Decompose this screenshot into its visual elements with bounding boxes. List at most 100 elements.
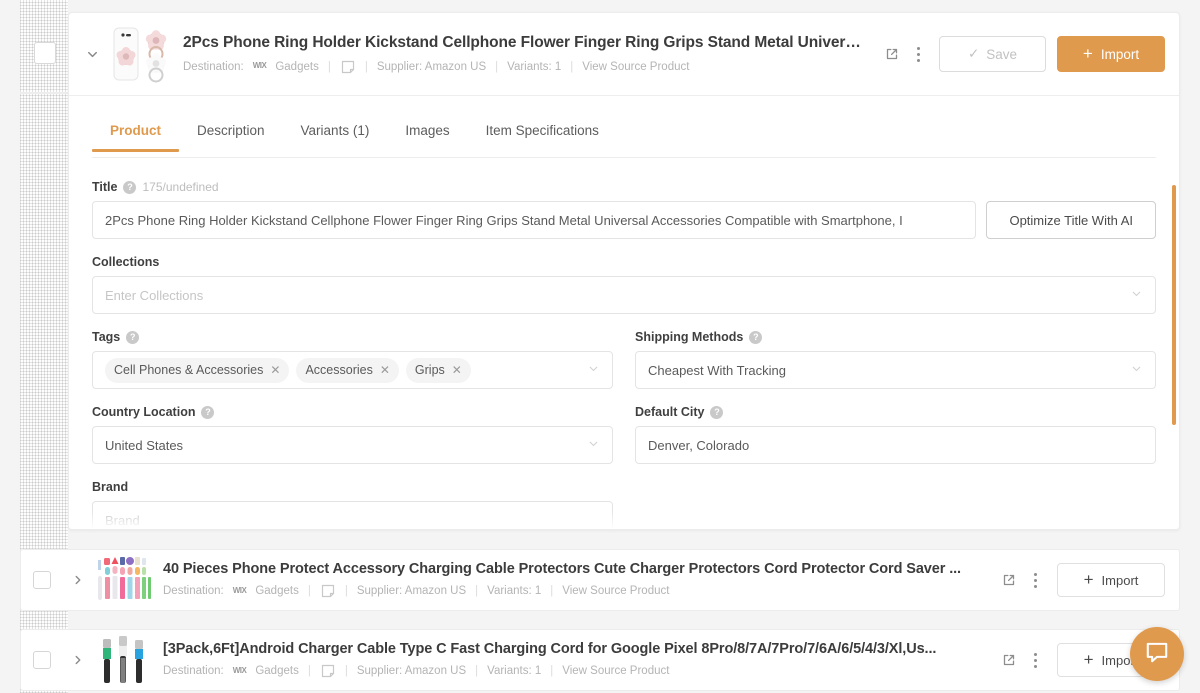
collections-field: Collections Enter Collections	[92, 255, 1156, 314]
brand-input[interactable]: Brand	[92, 501, 613, 530]
more-options-icon[interactable]	[1024, 645, 1046, 675]
shipping-methods-select[interactable]: Cheapest With Tracking	[635, 351, 1156, 389]
external-link-icon[interactable]	[994, 565, 1024, 595]
title-input[interactable]: 2Pcs Phone Ring Holder Kickstand Cellpho…	[92, 201, 976, 239]
tab-item-specifications[interactable]: Item Specifications	[468, 113, 617, 151]
note-icon[interactable]	[320, 663, 336, 679]
country-location-select[interactable]: United States	[92, 426, 613, 464]
select-all-checkbox[interactable]	[34, 42, 56, 64]
meta-divider: |	[475, 665, 478, 677]
product-meta: Destination: WIX Gadgets | | Supplier: A…	[183, 59, 867, 75]
close-icon[interactable]: ✕	[452, 363, 462, 377]
import-button[interactable]: + Import	[1057, 563, 1165, 597]
default-city-label-group: Default City ?	[635, 405, 1156, 419]
destination-store: Gadgets	[255, 585, 298, 597]
note-icon[interactable]	[320, 583, 336, 599]
product-row-text: 40 Pieces Phone Protect Accessory Chargi…	[163, 561, 994, 599]
country-location-column: Country Location ? United States	[92, 405, 613, 480]
note-icon[interactable]	[340, 59, 356, 75]
chat-bubble-icon	[1144, 639, 1170, 670]
row-checkbox[interactable]	[33, 571, 51, 589]
help-icon[interactable]: ?	[123, 181, 136, 194]
close-icon[interactable]: ✕	[380, 363, 390, 377]
supplier-label: Supplier: Amazon US	[377, 61, 486, 73]
chevron-down-icon[interactable]	[1122, 362, 1143, 378]
save-button[interactable]: ✓ Save	[939, 36, 1046, 72]
meta-divider: |	[570, 61, 573, 73]
tag-chip[interactable]: Cell Phones & Accessories ✕	[105, 358, 289, 383]
brand-field: Brand Brand	[92, 480, 613, 530]
tag-chip-label: Cell Phones & Accessories	[114, 363, 263, 377]
expand-chevron-icon[interactable]	[67, 573, 89, 587]
external-link-icon[interactable]	[877, 39, 907, 69]
close-icon[interactable]: ✕	[270, 363, 280, 377]
default-city-label: Default City	[635, 405, 704, 419]
app-root: 2Pcs Phone Ring Holder Kickstand Cellpho…	[0, 0, 1200, 693]
title-input-row: 2Pcs Phone Ring Holder Kickstand Cellpho…	[92, 201, 1156, 239]
external-link-icon[interactable]	[994, 645, 1024, 675]
meta-divider: |	[308, 585, 311, 597]
tab-description[interactable]: Description	[179, 113, 283, 151]
view-source-product-link[interactable]: View Source Product	[582, 61, 689, 73]
help-icon[interactable]: ?	[201, 406, 214, 419]
default-city-input[interactable]: Denver, Colorado	[635, 426, 1156, 464]
wix-logo-icon: WIX	[233, 586, 247, 595]
optimize-title-with-ai-button[interactable]: Optimize Title With AI	[986, 201, 1156, 239]
tab-images[interactable]: Images	[387, 113, 467, 151]
supplier-label: Supplier: Amazon US	[357, 665, 466, 677]
country-city-row: Country Location ? United States	[92, 405, 1156, 480]
expand-chevron-icon[interactable]	[67, 653, 89, 667]
view-source-product-link[interactable]: View Source Product	[562, 665, 669, 677]
check-icon: ✓	[968, 46, 979, 62]
import-button-label: Import	[1101, 47, 1139, 62]
variants-label: Variants: 1	[487, 665, 541, 677]
chevron-down-icon[interactable]	[1122, 287, 1143, 303]
tag-chip-label: Accessories	[305, 363, 372, 377]
tag-chip[interactable]: Grips ✕	[406, 358, 471, 383]
meta-divider: |	[475, 585, 478, 597]
meta-divider: |	[308, 665, 311, 677]
country-location-label-group: Country Location ?	[92, 405, 613, 419]
brand-label-group: Brand	[92, 480, 613, 494]
form-scrollbar-thumb[interactable]	[1172, 185, 1176, 425]
brand-spacer	[635, 480, 1156, 530]
meta-divider: |	[550, 585, 553, 597]
shipping-methods-column: Shipping Methods ? Cheapest With Trackin…	[635, 330, 1156, 405]
product-meta: Destination: WIX Gadgets | | Supplier: A…	[163, 583, 984, 599]
title-char-counter: 175/undefined	[142, 180, 218, 194]
import-button[interactable]: + Import	[1057, 36, 1165, 72]
product-list-row[interactable]: [3Pack,6Ft]Android Charger Cable Type C …	[20, 629, 1180, 691]
tags-label: Tags	[92, 330, 120, 344]
collections-label: Collections	[92, 255, 159, 269]
product-meta: Destination: WIX Gadgets | | Supplier: A…	[163, 663, 984, 679]
save-button-label: Save	[986, 47, 1017, 62]
product-form: Title ? 175/undefined 2Pcs Phone Ring Ho…	[69, 158, 1179, 530]
collapse-chevron-icon[interactable]	[79, 41, 105, 67]
chevron-down-icon[interactable]	[579, 437, 600, 453]
more-options-icon[interactable]	[1024, 565, 1046, 595]
plus-icon: +	[1083, 45, 1093, 62]
tab-product[interactable]: Product	[92, 113, 179, 151]
variants-label: Variants: 1	[507, 61, 561, 73]
chevron-down-icon[interactable]	[579, 362, 600, 378]
product-thumbnail	[95, 634, 153, 686]
tags-column: Tags ? Cell Phones & Accessories ✕ Acces	[92, 330, 613, 405]
shipping-methods-label-group: Shipping Methods ?	[635, 330, 1156, 344]
help-icon[interactable]: ?	[710, 406, 723, 419]
collections-input[interactable]: Enter Collections	[92, 276, 1156, 314]
row-checkbox[interactable]	[33, 651, 51, 669]
product-title: [3Pack,6Ft]Android Charger Cable Type C …	[163, 641, 984, 657]
view-source-product-link[interactable]: View Source Product	[562, 585, 669, 597]
import-button-label: Import	[1102, 573, 1139, 588]
chat-support-button[interactable]	[1130, 627, 1184, 681]
help-icon[interactable]: ?	[126, 331, 139, 344]
product-list-row[interactable]: 40 Pieces Phone Protect Accessory Chargi…	[20, 549, 1180, 611]
tags-input[interactable]: Cell Phones & Accessories ✕ Accessories …	[92, 351, 613, 389]
tab-variants[interactable]: Variants (1)	[283, 113, 388, 151]
destination-store: Gadgets	[275, 61, 318, 73]
more-options-icon[interactable]	[907, 39, 929, 69]
brand-label: Brand	[92, 480, 128, 494]
product-title: 40 Pieces Phone Protect Accessory Chargi…	[163, 561, 984, 577]
help-icon[interactable]: ?	[749, 331, 762, 344]
tag-chip[interactable]: Accessories ✕	[296, 358, 398, 383]
